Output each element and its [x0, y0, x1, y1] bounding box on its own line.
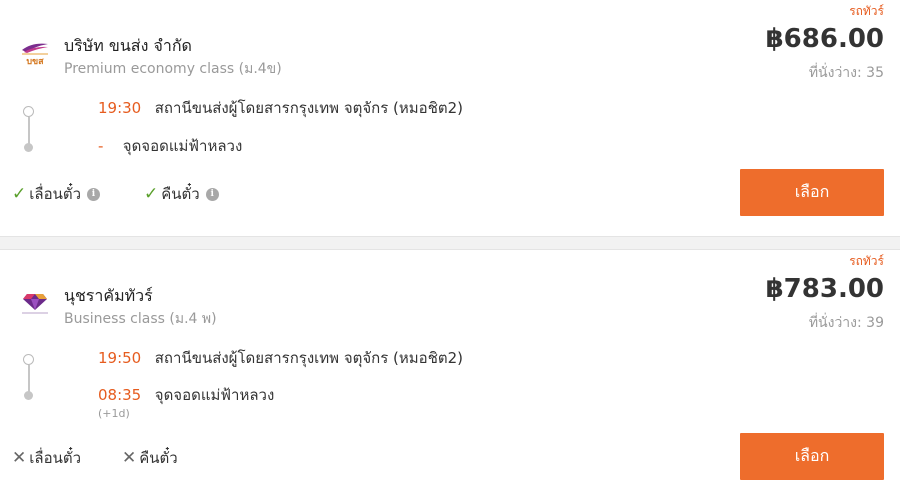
arrival-dot-icon	[24, 391, 33, 400]
arrival-time: 08:35	[98, 386, 142, 404]
policy-label: เลื่อนตั๋ว	[29, 185, 81, 203]
policy-reschedule: ✕ เลื่อนตั๋ว	[12, 446, 81, 470]
arrival-place: จุดจอดแม่ฟ้าหลวง	[122, 137, 243, 155]
bus-class: Business class (ม.4 พ)	[64, 311, 217, 327]
day-offset: (+1d)	[98, 407, 130, 420]
policy-reschedule: ✓ เลื่อนตั๋ว i	[12, 182, 100, 206]
arrival-time: -	[98, 137, 104, 155]
departure-time: 19:30	[98, 99, 142, 117]
arrival-stop: 08:35 จุดจอดแม่ฟ้าหลวง	[98, 383, 274, 407]
select-button[interactable]: เลือก	[740, 169, 884, 216]
route-timeline	[23, 354, 35, 400]
arrival-dot-icon	[24, 143, 33, 152]
card-divider	[0, 236, 900, 250]
departure-stop: 19:50 สถานีขนส่งผู้โดยสารกรุงเทพ จตุจักร…	[98, 346, 463, 370]
cross-icon: ✕	[12, 448, 27, 468]
bus-type-badge: รถทัวร์	[849, 254, 884, 268]
operator-logo	[18, 289, 52, 315]
ticket-price: ฿783.00	[765, 274, 884, 304]
bus-type-badge: รถทัวร์	[849, 4, 884, 18]
arrival-place: จุดจอดแม่ฟ้าหลวง	[154, 386, 275, 404]
svg-text:บขส: บขส	[26, 57, 44, 66]
info-icon[interactable]: i	[205, 187, 219, 201]
departure-dot-icon	[23, 354, 34, 365]
check-icon: ✓	[12, 184, 27, 204]
departure-time: 19:50	[98, 349, 142, 367]
route-line	[28, 365, 30, 393]
operator-name: นุชราคัมทัวร์	[64, 286, 153, 305]
select-button[interactable]: เลือก	[740, 433, 884, 480]
arrival-stop: - จุดจอดแม่ฟ้าหลวง	[98, 134, 242, 158]
operator-logo: บขส	[18, 40, 52, 67]
route-line	[28, 117, 30, 145]
departure-stop: 19:30 สถานีขนส่งผู้โดยสารกรุงเทพ จตุจักร…	[98, 96, 463, 120]
seats-available: ที่นั่งว่าง: 35	[808, 65, 884, 81]
policy-refund: ✓ คืนตั๋ว i	[144, 182, 219, 206]
info-icon[interactable]: i	[87, 187, 100, 201]
departure-place: สถานีขนส่งผู้โดยสารกรุงเทพ จตุจักร (หมอช…	[154, 99, 464, 117]
departure-dot-icon	[23, 106, 34, 117]
bus-class: Premium economy class (ม.4ข)	[64, 61, 282, 77]
operator-name: บริษัท ขนส่ง จำกัด	[64, 36, 192, 55]
result-card: รถทัวร์ นุชราคัมทัวร์ Business class (ม.…	[0, 250, 900, 492]
policy-label: คืนตั๋ว	[161, 185, 200, 203]
policy-label: คืนตั๋ว	[139, 449, 178, 467]
check-icon: ✓	[144, 184, 159, 204]
seats-available: ที่นั่งว่าง: 39	[808, 315, 884, 331]
departure-place: สถานีขนส่งผู้โดยสารกรุงเทพ จตุจักร (หมอช…	[154, 349, 464, 367]
cross-icon: ✕	[122, 448, 137, 468]
result-card: รถทัวร์ บขส บริษัท ขนส่ง จำกัด Premium e…	[0, 0, 900, 236]
policy-label: เลื่อนตั๋ว	[29, 449, 81, 467]
route-timeline	[23, 106, 35, 152]
ticket-price: ฿686.00	[765, 24, 884, 54]
policy-refund: ✕ คืนตั๋ว	[122, 446, 178, 470]
